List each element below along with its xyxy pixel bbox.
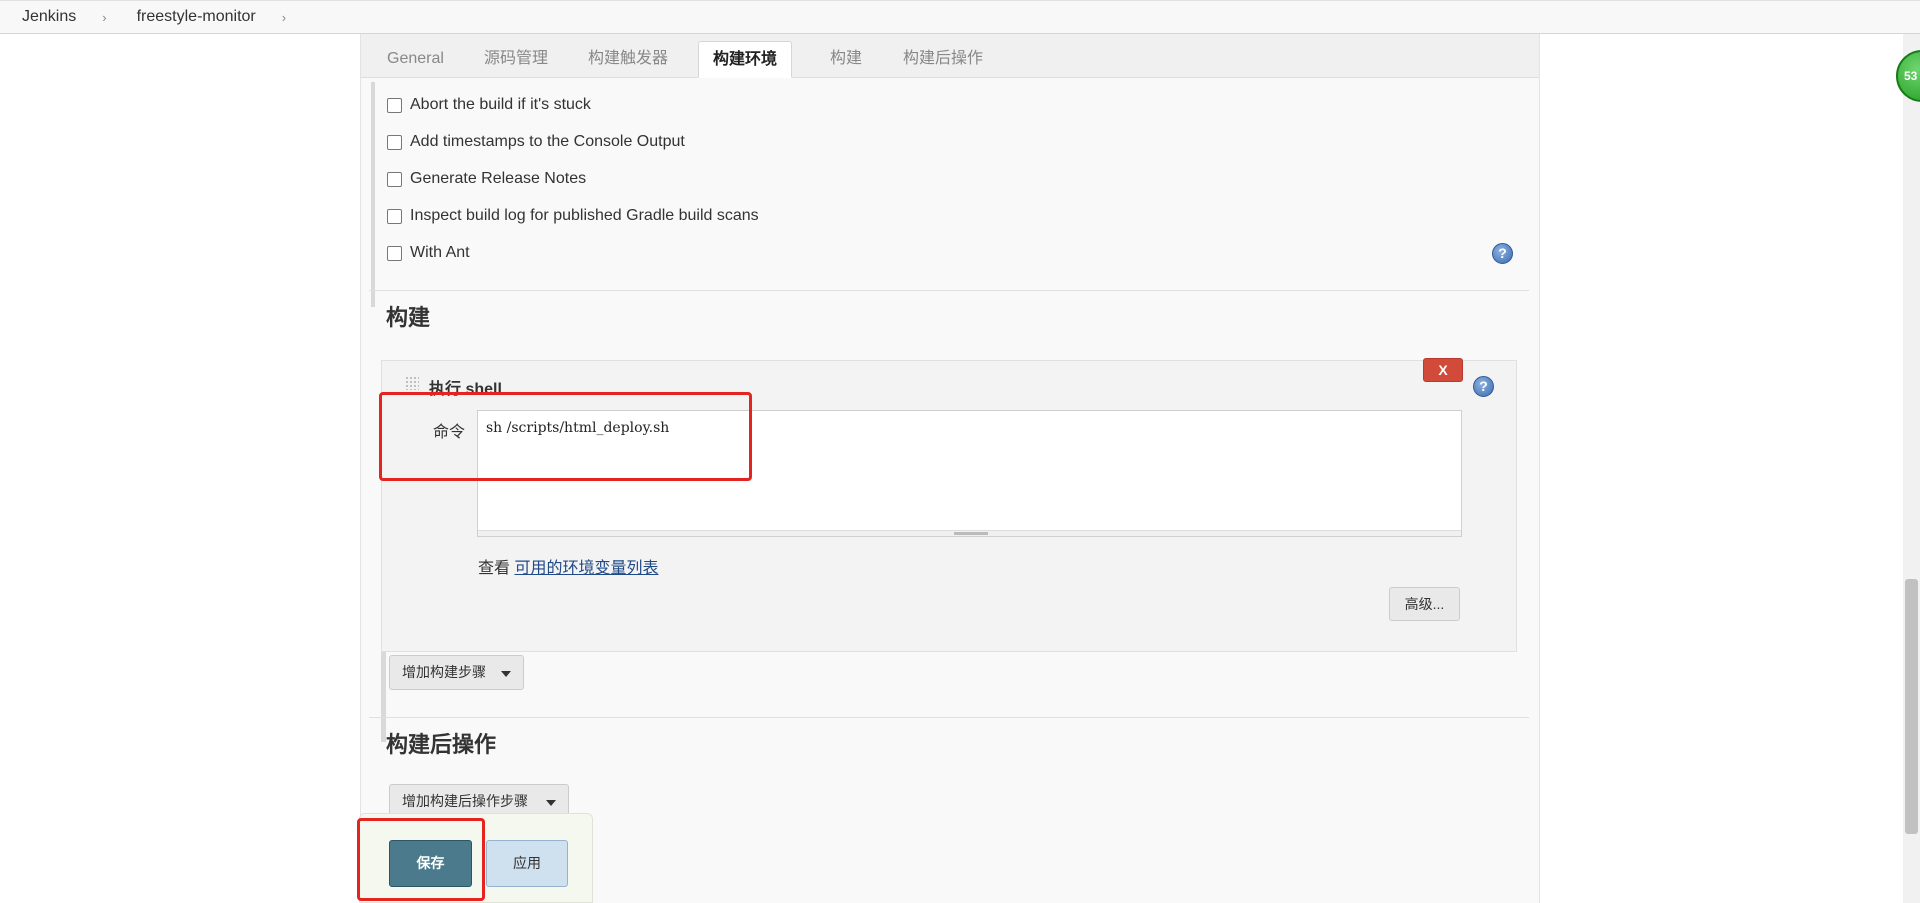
caret-down-icon bbox=[546, 800, 556, 806]
breadcrumb-job[interactable]: freestyle-monitor bbox=[137, 8, 256, 26]
help-icon[interactable]: ? bbox=[1473, 376, 1494, 397]
delete-step-button[interactable]: X bbox=[1423, 358, 1463, 382]
option-timestamps: Add timestamps to the Console Output bbox=[387, 133, 685, 151]
tab-build-env[interactable]: 构建环境 bbox=[698, 41, 793, 78]
breadcrumb-jenkins[interactable]: Jenkins bbox=[22, 8, 76, 26]
env-vars-link[interactable]: 可用的环境变量列表 bbox=[514, 560, 658, 577]
tab-scm[interactable]: 源码管理 bbox=[470, 41, 562, 78]
abort-stuck-checkbox[interactable] bbox=[387, 97, 402, 113]
option-label: Abort the build if it's stuck bbox=[410, 96, 591, 113]
option-label: Inspect build log for published Gradle b… bbox=[410, 207, 759, 224]
section-divider bbox=[369, 717, 1529, 718]
save-button[interactable]: 保存 bbox=[389, 840, 472, 887]
scrollbar-thumb[interactable] bbox=[1905, 579, 1918, 834]
chevron-right-icon: › bbox=[102, 9, 107, 25]
tab-triggers[interactable]: 构建触发器 bbox=[574, 41, 682, 78]
option-with-ant: With Ant bbox=[387, 244, 470, 262]
gradle-scans-checkbox[interactable] bbox=[387, 208, 402, 224]
step-title: 执行 shell bbox=[429, 381, 502, 398]
env-vars-prefix: 查看 bbox=[478, 560, 511, 577]
build-env-section-bar bbox=[371, 82, 375, 307]
tab-post-build[interactable]: 构建后操作 bbox=[889, 41, 997, 78]
timestamps-checkbox[interactable] bbox=[387, 134, 402, 150]
config-panel: General 源码管理 构建触发器 构建环境 构建 构建后操作 Abort t… bbox=[360, 34, 1540, 903]
breadcrumb: Jenkins › freestyle-monitor › bbox=[0, 0, 1920, 34]
notification-badge[interactable]: 53 bbox=[1896, 50, 1920, 102]
command-textarea[interactable]: sh /scripts/html_deploy.sh bbox=[477, 410, 1462, 537]
command-value: sh /scripts/html_deploy.sh bbox=[486, 420, 670, 436]
textarea-resize-handle[interactable] bbox=[478, 530, 1461, 536]
option-gradle-scans: Inspect build log for published Gradle b… bbox=[387, 207, 759, 225]
section-divider bbox=[369, 290, 1529, 291]
apply-button[interactable]: 应用 bbox=[486, 840, 568, 887]
release-notes-checkbox[interactable] bbox=[387, 171, 402, 187]
with-ant-checkbox[interactable] bbox=[387, 245, 402, 261]
drag-handle-icon[interactable] bbox=[405, 376, 419, 390]
tab-build[interactable]: 构建 bbox=[816, 41, 876, 78]
add-build-step-label: 增加构建步骤 bbox=[402, 664, 486, 680]
env-vars-row: 查看 可用的环境变量列表 bbox=[478, 554, 658, 578]
option-label: Add timestamps to the Console Output bbox=[410, 133, 685, 150]
build-section-title: 构建 bbox=[386, 305, 431, 330]
resize-grip-icon bbox=[954, 532, 988, 535]
add-post-build-step-label: 增加构建后操作步骤 bbox=[402, 793, 528, 809]
add-build-step-button[interactable]: 增加构建步骤 bbox=[389, 655, 524, 690]
config-tabs: General 源码管理 构建触发器 构建环境 构建 构建后操作 bbox=[361, 34, 1539, 78]
command-label: 命令 bbox=[433, 424, 466, 441]
option-label: With Ant bbox=[410, 244, 470, 261]
option-label: Generate Release Notes bbox=[410, 170, 587, 187]
tab-general[interactable]: General bbox=[373, 41, 458, 78]
chevron-right-icon: › bbox=[281, 9, 287, 25]
post-build-section-title: 构建后操作 bbox=[386, 732, 497, 757]
option-abort-stuck: Abort the build if it's stuck bbox=[387, 96, 591, 114]
caret-down-icon bbox=[501, 671, 511, 677]
option-release-notes: Generate Release Notes bbox=[387, 170, 586, 188]
help-icon[interactable]: ? bbox=[1492, 243, 1513, 264]
advanced-button[interactable]: 高级... bbox=[1389, 587, 1460, 621]
